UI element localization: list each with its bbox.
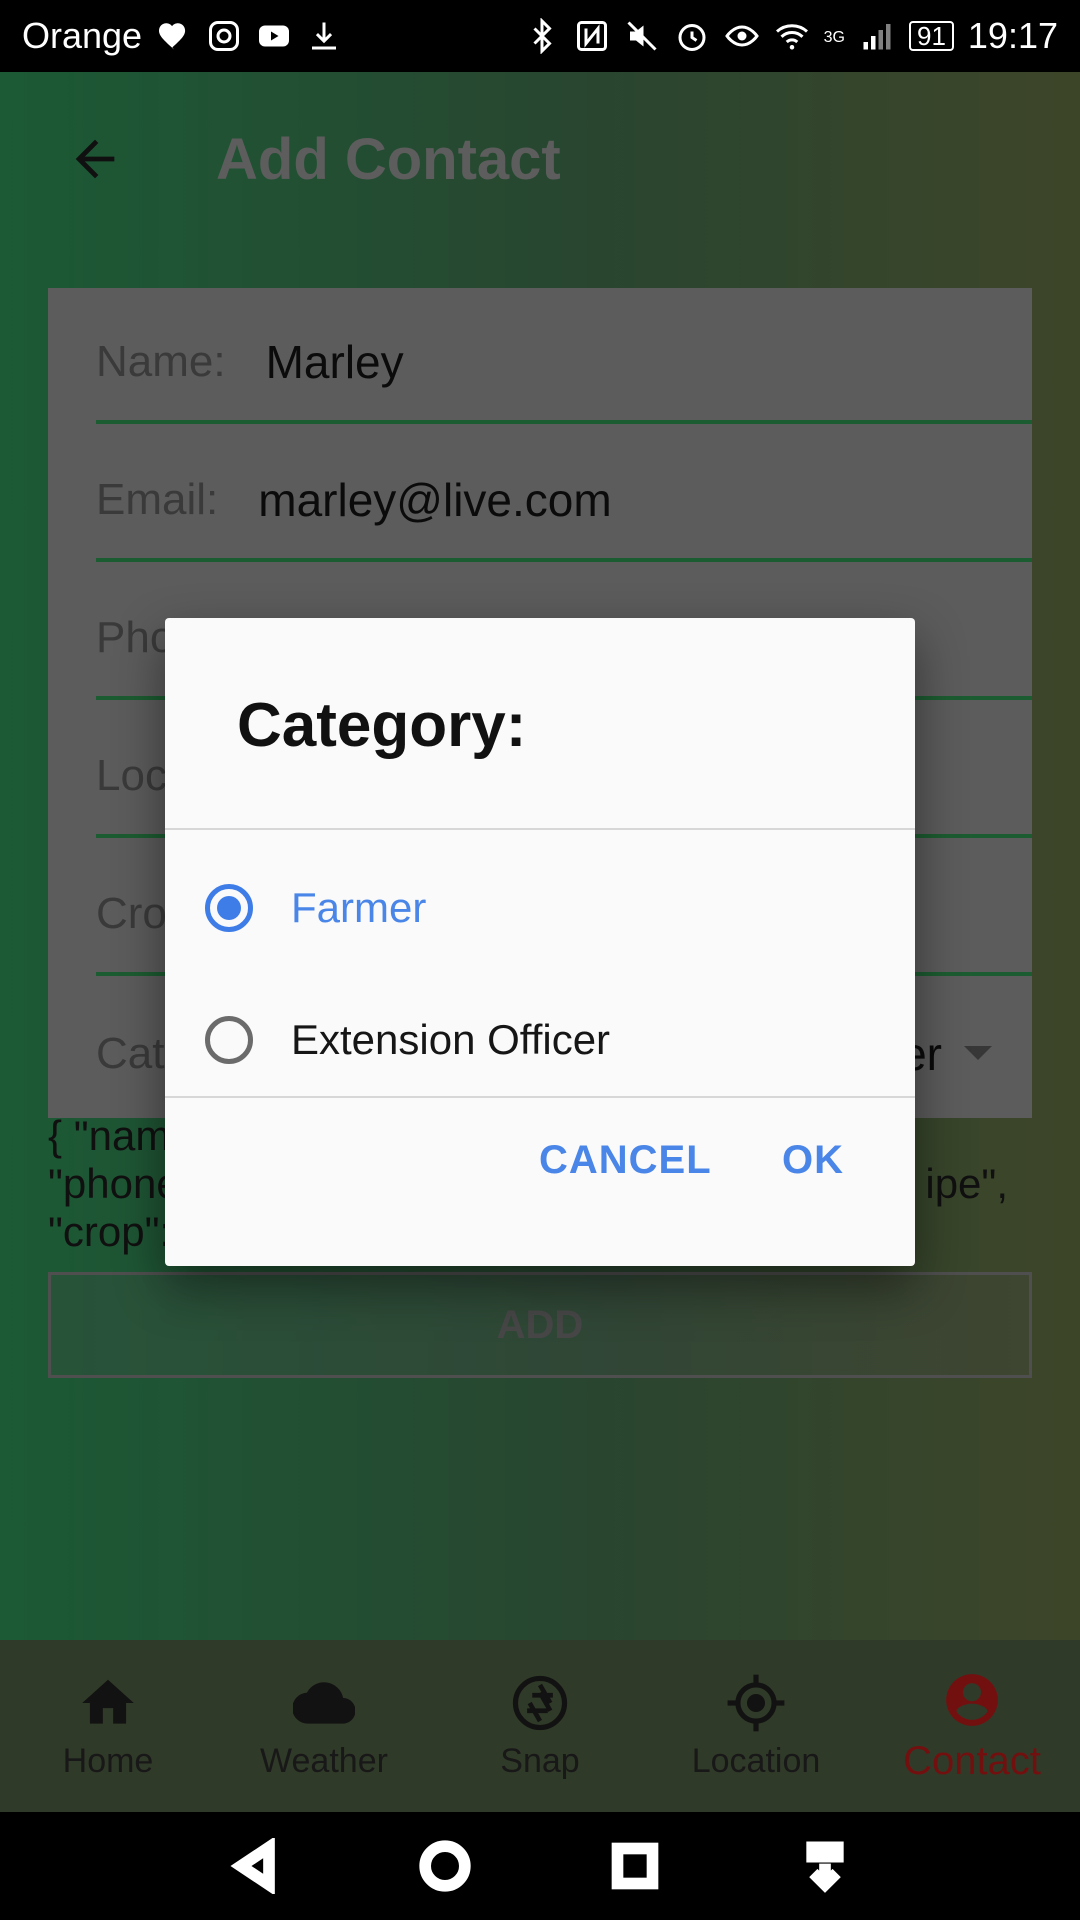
recents-square-icon[interactable] — [607, 1838, 663, 1894]
signal-icon — [863, 24, 891, 50]
option-label-farmer: Farmer — [291, 884, 427, 931]
status-right: 3G 91 19:17 — [524, 15, 1058, 57]
bluetooth-icon — [533, 18, 552, 54]
radio-unchecked-icon[interactable] — [205, 1016, 253, 1064]
radio-checked-icon[interactable] — [205, 884, 253, 932]
option-extension-officer[interactable]: Extension Officer — [165, 976, 915, 1104]
dialog-divider-bottom — [165, 1096, 915, 1098]
nfc-icon — [576, 21, 607, 51]
dialog-divider-top — [165, 828, 915, 830]
system-navigation-bar — [0, 1812, 1080, 1920]
instagram-icon — [209, 21, 240, 51]
clock: 19:17 — [967, 15, 1058, 56]
carrier-name: Orange — [22, 15, 143, 56]
mute-icon — [627, 21, 657, 51]
eye-comfort-icon — [724, 25, 759, 47]
status-left: Orange — [22, 15, 342, 57]
network-type: 3G — [823, 29, 845, 46]
battery-indicator: 91 — [908, 21, 954, 51]
alarm-icon — [678, 24, 706, 51]
option-label-extension-officer: Extension Officer — [291, 1016, 611, 1063]
dialog-title: Category: — [237, 691, 527, 760]
health-heart-icon — [159, 23, 186, 50]
notification-pull-icon[interactable] — [797, 1838, 853, 1894]
option-farmer[interactable]: Farmer — [165, 844, 915, 972]
category-dialog: Category: Farmer Extension Officer CANCE… — [165, 618, 915, 1266]
wifi-icon — [775, 24, 808, 50]
cancel-button[interactable]: CANCEL — [539, 1138, 712, 1183]
status-bar: Orange 3G 91 19:17 — [0, 0, 1080, 72]
back-triangle-icon[interactable] — [227, 1838, 283, 1894]
youtube-icon — [259, 25, 290, 47]
home-circle-icon[interactable] — [417, 1838, 473, 1894]
ok-button[interactable]: OK — [782, 1138, 844, 1183]
download-icon — [312, 22, 337, 50]
